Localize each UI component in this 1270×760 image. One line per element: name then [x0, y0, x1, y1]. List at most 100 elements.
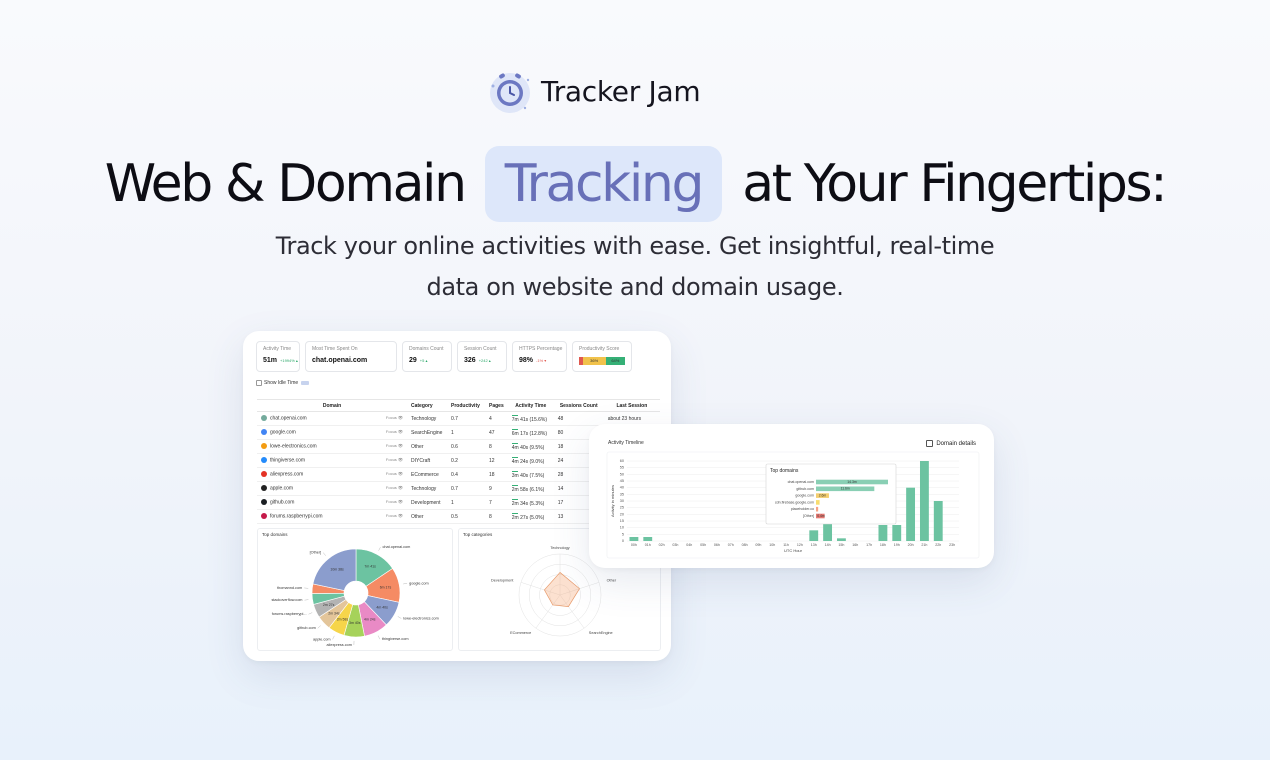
idle-tag	[301, 381, 310, 385]
timeline-ytick: 5	[622, 532, 624, 536]
col-sessions[interactable]: Sessions Count	[553, 399, 604, 412]
pie-leader-line	[308, 612, 313, 615]
pie-slice-label: google.com	[409, 581, 429, 585]
cell-pages: 47	[485, 425, 508, 440]
alarm-clock-icon	[490, 73, 530, 113]
headline-before: Web & Domain	[104, 154, 467, 214]
cell-pages: 8	[485, 509, 508, 524]
table-header-row: Domain Category Productivity Pages Activ…	[257, 399, 660, 412]
focus-button[interactable]: Focus 👁	[386, 429, 403, 434]
cell-category: ECommerce	[407, 467, 447, 482]
idle-checkbox[interactable]	[256, 380, 262, 386]
timeline-xlabel: UTC Hour	[784, 548, 803, 553]
cell-category: Technology	[407, 481, 447, 496]
timeline-xtick: 06h	[714, 543, 720, 547]
timeline-bar	[823, 522, 833, 541]
col-activity-time[interactable]: Activity Time	[507, 399, 554, 412]
stat-value: 29	[409, 357, 417, 364]
favicon-icon	[261, 471, 267, 478]
favicon-icon	[261, 457, 267, 464]
radar-axis-label: Development	[491, 578, 514, 582]
focus-button[interactable]: Focus 👁	[386, 499, 403, 504]
cell-domain: thingiverse.com Focus 👁	[257, 453, 407, 468]
focus-button[interactable]: Focus 👁	[386, 415, 403, 420]
focus-button[interactable]: Focus 👁	[386, 485, 403, 490]
timeline-xtick: 15h	[838, 543, 844, 547]
timeline-ytick: 15	[620, 519, 624, 523]
activity-bar	[511, 498, 518, 500]
pie-slice-label: apple.com	[313, 637, 331, 641]
cell-activity-time: 3m 40s (7.5%)	[507, 467, 554, 482]
col-last-session[interactable]: Last Session	[603, 399, 660, 412]
pie-slice-label: thomannd.com	[277, 586, 302, 590]
domain-name[interactable]: google.com	[270, 430, 296, 436]
cell-domain: chat.openai.com Focus 👁	[257, 411, 407, 426]
timeline-ytick: 30	[620, 499, 624, 503]
productivity-segment: 36%	[582, 357, 606, 365]
top-domains-pie: 7m 41s chat.openai.com 6m 17s google.com 4m …	[271, 545, 438, 647]
focus-button[interactable]: Focus 👁	[386, 457, 403, 462]
tooltip-bar-value: 11.6m	[841, 487, 850, 491]
stat-label: Session Count	[464, 346, 497, 352]
pie-slice-label: forums.raspberrypi...	[272, 612, 307, 616]
pie-leader-line	[397, 616, 402, 619]
cell-pages: 9	[485, 481, 508, 496]
domain-name[interactable]: github.com	[270, 500, 294, 506]
domain-name[interactable]: forums.raspberrypi.com	[270, 514, 323, 520]
tooltip-bar	[816, 500, 820, 505]
stat-delta: +242 ▴	[478, 358, 491, 363]
hero-subheadline: Track your online activities with ease. …	[0, 226, 1270, 308]
cell-domain: aliexpress.com Focus 👁	[257, 467, 407, 482]
cell-domain: lowe-electronics.com Focus 👁	[257, 439, 407, 454]
col-pages[interactable]: Pages	[485, 399, 508, 412]
pie-leader-line	[304, 599, 309, 601]
col-domain[interactable]: Domain	[257, 399, 407, 412]
cell-activity-time: 4m 40s (9.5%)	[507, 439, 554, 454]
cell-domain: github.com Focus 👁	[257, 495, 407, 510]
activity-bar	[511, 456, 518, 458]
cell-pages: 12	[485, 453, 508, 468]
tooltip-domain-label: chat.openai.com	[788, 480, 814, 484]
domain-name[interactable]: aliexpress.com	[270, 472, 303, 478]
pie-slice-label: aliexpress.com	[327, 643, 352, 647]
timeline-xtick: 22h	[935, 543, 941, 547]
radar-axis-label: SearchEngine	[589, 631, 613, 635]
tooltip-bar-value: 14.3m	[847, 480, 857, 484]
col-productivity[interactable]: Productivity	[447, 399, 485, 412]
col-category[interactable]: Category	[407, 399, 447, 412]
pie-slice-value: 6m 17s	[380, 585, 392, 589]
top-domains-panel: Top domains 7m 41s chat.openai.com 6m 17s g…	[257, 528, 453, 651]
cell-category: Technology	[407, 411, 447, 426]
timeline-xtick: 14h	[825, 543, 831, 547]
timeline-bar	[809, 530, 819, 541]
subheadline-line-1: Track your online activities with ease. …	[275, 232, 995, 260]
domain-name[interactable]: thingiverse.com	[270, 458, 305, 464]
cell-pages: 18	[485, 467, 508, 482]
stat-activity-time: Activity Time 51m +1994% ▴	[256, 341, 300, 372]
activity-bar	[511, 428, 518, 430]
stat-value: 51m	[263, 357, 278, 364]
pie-leader-line	[332, 635, 335, 640]
stats-row: Activity Time 51m +1994% ▴ Most Time Spen…	[256, 341, 632, 372]
cell-activity-time: 2m 34s (5.3%)	[507, 495, 554, 510]
focus-button[interactable]: Focus 👁	[386, 513, 403, 518]
domain-name[interactable]: chat.openai.com	[270, 416, 307, 422]
show-idle-toggle[interactable]: Show Idle Time	[256, 380, 310, 386]
tooltip-domain-label: github.com	[796, 487, 814, 491]
focus-button[interactable]: Focus 👁	[386, 471, 403, 476]
cell-productivity: 0.7	[447, 481, 485, 496]
timeline-bar	[629, 537, 639, 541]
stat-label: HTTPS Percentage	[519, 346, 563, 352]
cell-activity-time: 4m 24s (9.0%)	[507, 453, 554, 468]
timeline-xtick: 12h	[797, 543, 803, 547]
timeline-xtick: 16h	[852, 543, 858, 547]
timeline-xtick: 00h	[631, 543, 637, 547]
timeline-ytick: 50	[620, 472, 624, 476]
cell-category: Other	[407, 509, 447, 524]
cell-category: DIYCraft	[407, 453, 447, 468]
domain-name[interactable]: lowe-electronics.com	[270, 444, 317, 450]
radar-axis-label: ECommerce	[510, 631, 531, 635]
domain-name[interactable]: apple.com	[270, 486, 293, 492]
pie-slice-label: [Other]	[310, 551, 322, 555]
focus-button[interactable]: Focus 👁	[386, 443, 403, 448]
